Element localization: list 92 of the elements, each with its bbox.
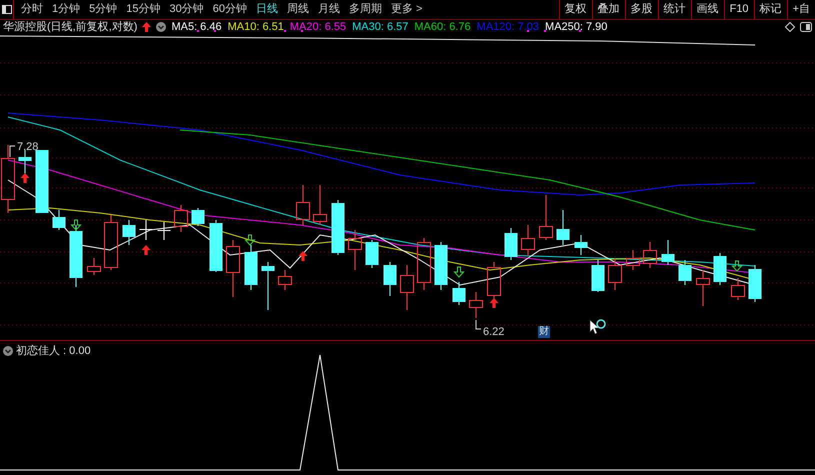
candlestick (104, 214, 118, 270)
sell-arrow-icon (453, 266, 465, 278)
toolbar-button[interactable]: F10 (724, 0, 754, 19)
timeframe-tab[interactable]: 更多 > (391, 1, 422, 18)
moving-average-value: MA120: 7.03 (476, 20, 540, 35)
candlestick (748, 264, 762, 302)
toolbar-button[interactable]: 叠加 (592, 0, 625, 19)
buy-arrow-icon (298, 251, 308, 261)
candlestick (244, 244, 258, 290)
candlestick (452, 282, 466, 306)
buy-arrow-icon (142, 245, 150, 255)
sell-arrow-icon (731, 260, 743, 272)
candlestick (366, 240, 378, 268)
toolbar-button[interactable]: 统计 (658, 0, 691, 19)
candlestick (278, 270, 292, 290)
candlestick (574, 234, 588, 256)
candlestick (592, 260, 604, 292)
timeframe-tab[interactable]: 60分钟 (212, 1, 247, 18)
candlestick (226, 240, 240, 298)
moving-average-value: MA20: 6.55 (290, 20, 346, 35)
candlestick (313, 184, 327, 226)
moving-average-value: MA60: 6.76 (414, 20, 471, 35)
up-arrow-icon (142, 22, 152, 32)
toolbar-button[interactable]: 画线 (690, 0, 724, 19)
chart-title: 华源控股(日线,前复权,对数) (3, 20, 138, 35)
candlestick (52, 210, 66, 230)
timeframe-tab[interactable]: 5分钟 (89, 1, 118, 18)
timeframe-tab[interactable]: 周线 (287, 1, 309, 18)
candlestick (262, 262, 274, 310)
buy-arrow-icon (20, 173, 30, 183)
candlestick (87, 258, 101, 276)
moving-average-value: MA30: 6.57 (352, 20, 408, 35)
toolbar-button[interactable]: 标记 (754, 0, 787, 19)
timeframe-tab[interactable]: 15分钟 (126, 1, 160, 18)
dropdown-icon[interactable] (156, 22, 166, 32)
panel-icon (2, 5, 12, 14)
timeframe-tab[interactable]: 月线 (318, 1, 340, 18)
buy-arrow-icon (490, 298, 498, 308)
toolbar-button[interactable]: 复权 (558, 0, 592, 19)
low-price-label: 6.22 (483, 325, 504, 340)
timeframe-tab[interactable]: 1分钟 (52, 1, 80, 18)
candlestick (140, 220, 152, 240)
candlestick (504, 228, 518, 260)
candlestick (36, 150, 48, 213)
moving-average-value: MA250: 7.90 (545, 20, 608, 35)
sell-arrow-icon (70, 220, 82, 231)
candlestick (1, 144, 15, 214)
timeframe-tab[interactable]: 分时 (21, 1, 43, 18)
leader-line (10, 146, 16, 158)
candlestick (158, 222, 170, 240)
high-price-label: 7.28 (17, 140, 38, 155)
panel-toggle-button[interactable] (0, 0, 14, 19)
candlestick (348, 230, 362, 270)
candlestick (192, 208, 204, 226)
candlestick (556, 210, 570, 246)
diamond-icon[interactable] (785, 22, 795, 32)
candlestick (662, 240, 674, 266)
timeframe-tab[interactable]: 多周期 (349, 1, 382, 18)
candlestick (626, 250, 640, 270)
candlestick (174, 204, 188, 232)
candlestick (400, 264, 414, 310)
timeframe-tab[interactable]: 30分钟 (170, 1, 204, 18)
candlestick (696, 270, 710, 306)
candlestick (70, 224, 82, 288)
leader-line (476, 320, 482, 330)
candlestick (122, 220, 136, 246)
candlestick (332, 200, 344, 256)
candlestick (469, 292, 483, 318)
moving-average-value: MA5: 6.46 (171, 20, 222, 35)
toolbar-button[interactable]: 多股 (624, 0, 658, 19)
candlestick (296, 184, 310, 226)
candlestick (417, 238, 431, 290)
candlestick (714, 252, 726, 286)
panel-icon[interactable] (800, 22, 812, 32)
candlestick (384, 262, 396, 296)
timeframe-tab[interactable]: 日线 (256, 1, 278, 18)
toolbar-button[interactable]: +自 (786, 0, 815, 19)
candlestick (521, 224, 535, 256)
candlestick (643, 242, 657, 268)
candlestick (731, 278, 745, 300)
cursor-icon (589, 319, 607, 335)
candlestick (210, 220, 222, 272)
candlestick (539, 194, 553, 240)
candlestick (434, 242, 448, 290)
candlestick (678, 260, 692, 286)
moving-average-value: MA10: 6.51 (228, 20, 284, 35)
indicator-label: 初恋佳人 : 0.00 (16, 344, 91, 359)
sell-arrow-icon (244, 234, 256, 246)
finance-event-marker[interactable]: 财 (538, 326, 550, 338)
candlestick (487, 262, 501, 300)
dropdown-icon[interactable] (3, 346, 13, 356)
candlestick (608, 258, 622, 290)
